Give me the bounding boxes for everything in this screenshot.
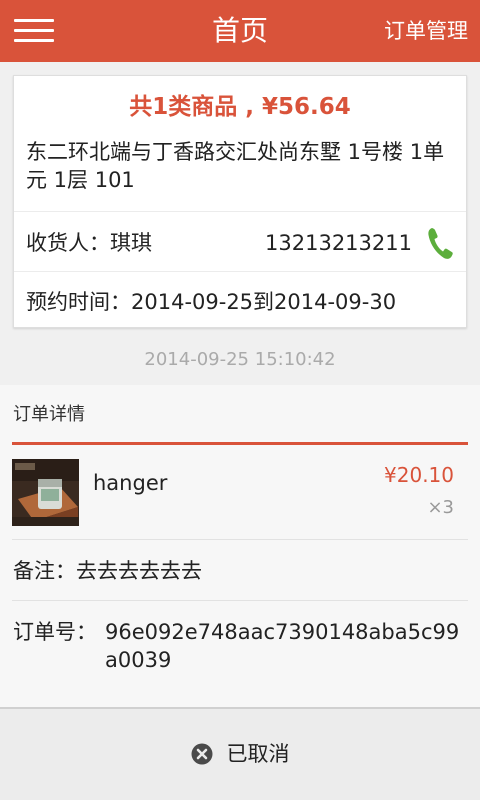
receiver-name: 收货人：琪琪	[26, 231, 152, 255]
phone-icon[interactable]	[426, 226, 454, 260]
order-remark: 备注：去去去去去去	[13, 559, 202, 583]
divider	[12, 600, 468, 601]
order-management-button[interactable]: 订单管理	[384, 16, 468, 46]
order-summary-card: 共1类商品 , ¥56.64 东二环北端与丁香路交汇处尚东墅 1号楼 1单元 1…	[13, 75, 467, 328]
receiver-phone[interactable]: 13213213211	[265, 228, 412, 258]
order-total-summary: 共1类商品 , ¥56.64	[129, 94, 351, 120]
order-detail-section: 订单详情 hanger ¥20.10 ×3 备注：去去去去去去 订单号： 96e…	[0, 385, 480, 707]
product-thumbnail[interactable]	[12, 459, 79, 526]
menu-icon-line	[14, 39, 54, 42]
delivery-address: 东二环北端与丁香路交汇处尚东墅 1号楼 1单元 1层 101	[26, 140, 445, 192]
section-accent-rule	[12, 442, 468, 445]
order-number-value: 96e092e748aac7390148aba5c99a0039	[105, 620, 460, 672]
product-quantity: ×3	[427, 497, 454, 518]
divider	[14, 211, 466, 212]
divider	[12, 539, 468, 540]
cancelled-status: 已取消	[191, 740, 290, 768]
menu-icon-line	[14, 19, 54, 22]
product-image	[12, 459, 79, 526]
appointment-time: 预约时间：2014-09-25到2014-09-30	[26, 290, 397, 314]
top-bar: 首页 订单管理	[0, 0, 480, 62]
divider	[14, 271, 466, 272]
status-label: 已取消	[226, 742, 290, 766]
cancel-circle-icon	[191, 743, 212, 765]
order-number-label: 订单号：	[13, 620, 97, 644]
order-timestamp: 2014-09-25 15:10:42	[144, 349, 336, 370]
product-price: ¥20.10	[384, 463, 454, 487]
menu-icon[interactable]	[12, 12, 56, 50]
menu-icon-line	[14, 29, 54, 32]
order-status-bar: 已取消	[0, 707, 480, 800]
product-name: hanger	[93, 471, 168, 495]
section-title: 订单详情	[13, 404, 85, 425]
